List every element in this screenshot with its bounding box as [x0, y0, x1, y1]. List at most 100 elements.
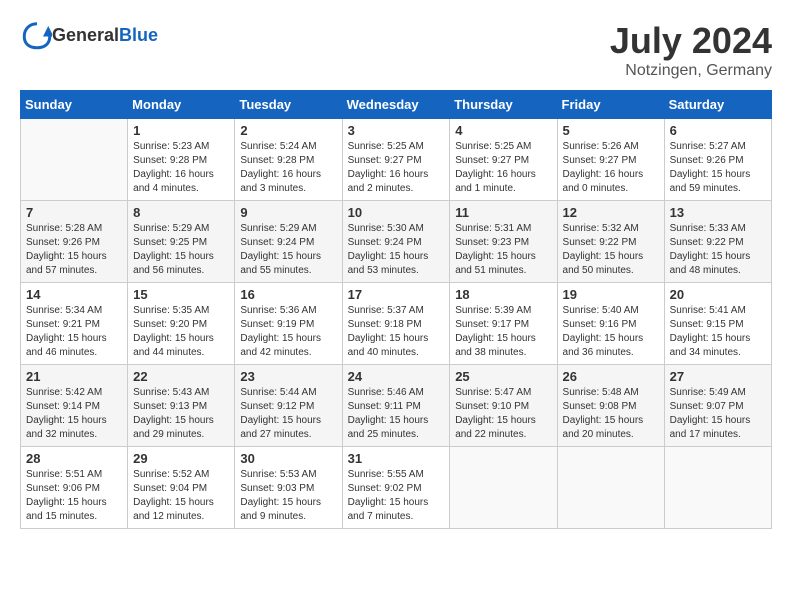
calendar-cell: 7 Sunrise: 5:28 AMSunset: 9:26 PMDaylight…: [21, 201, 128, 283]
day-number: 5: [563, 123, 659, 138]
calendar-cell: 31Sunrise: 5:55 AMSunset: 9:02 PMDayligh…: [342, 447, 450, 529]
day-info: Sunrise: 5:32 AMSunset: 9:22 PMDaylight:…: [563, 222, 659, 278]
calendar-cell: 25Sunrise: 5:47 AMSunset: 9:10 PMDayligh…: [450, 365, 557, 447]
calendar-cell: 1 Sunrise: 5:23 AMSunset: 9:28 PMDaylight…: [128, 119, 235, 201]
calendar-cell: 22 Sunrise: 5:43 AMSunset: 9:13 PMDayligh…: [128, 365, 235, 447]
calendar-week-row: 28Sunrise: 5:51 AMSunset: 9:06 PMDayligh…: [21, 447, 772, 529]
day-number: 14: [26, 287, 122, 302]
calendar-cell: 26 Sunrise: 5:48 AMSunset: 9:08 PMDayligh…: [557, 365, 664, 447]
day-info: Sunrise: 5:25 AMSunset: 9:27 PMDaylight:…: [455, 140, 551, 196]
day-info: Sunrise: 5:24 AMSunset: 9:28 PMDaylight:…: [240, 140, 336, 196]
calendar-cell: 27 Sunrise: 5:49 AMSunset: 9:07 PMDayligh…: [664, 365, 771, 447]
calendar-cell: 17Sunrise: 5:37 AMSunset: 9:18 PMDayligh…: [342, 283, 450, 365]
day-info: Sunrise: 5:40 AMSunset: 9:16 PMDaylight:…: [563, 304, 659, 360]
day-info: Sunrise: 5:52 AMSunset: 9:04 PMDaylight:…: [133, 468, 229, 524]
title-block: July 2024 Notzingen, Germany: [610, 20, 772, 80]
day-number: 12: [563, 205, 659, 220]
day-info: Sunrise: 5:37 AMSunset: 9:18 PMDaylight:…: [348, 304, 445, 360]
calendar-cell: 19 Sunrise: 5:40 AMSunset: 9:16 PMDayligh…: [557, 283, 664, 365]
calendar-body: 1 Sunrise: 5:23 AMSunset: 9:28 PMDaylight…: [21, 119, 772, 529]
weekday-header-sunday: Sunday: [21, 91, 128, 119]
day-number: 3: [348, 123, 445, 138]
day-number: 6: [670, 123, 766, 138]
day-info: Sunrise: 5:27 AMSunset: 9:26 PMDaylight:…: [670, 140, 766, 196]
day-number: 21: [26, 369, 122, 384]
calendar-cell: 5 Sunrise: 5:26 AMSunset: 9:27 PMDaylight…: [557, 119, 664, 201]
day-info: Sunrise: 5:35 AMSunset: 9:20 PMDaylight:…: [133, 304, 229, 360]
calendar-cell: 15 Sunrise: 5:35 AMSunset: 9:20 PMDayligh…: [128, 283, 235, 365]
day-info: Sunrise: 5:36 AMSunset: 9:19 PMDaylight:…: [240, 304, 336, 360]
calendar-week-row: 1 Sunrise: 5:23 AMSunset: 9:28 PMDaylight…: [21, 119, 772, 201]
day-number: 4: [455, 123, 551, 138]
weekday-header-row: SundayMondayTuesdayWednesdayThursdayFrid…: [21, 91, 772, 119]
calendar-cell: 28Sunrise: 5:51 AMSunset: 9:06 PMDayligh…: [21, 447, 128, 529]
day-number: 19: [563, 287, 659, 302]
calendar-cell: 9Sunrise: 5:29 AMSunset: 9:24 PMDaylight…: [235, 201, 342, 283]
day-info: Sunrise: 5:25 AMSunset: 9:27 PMDaylight:…: [348, 140, 445, 196]
weekday-header-tuesday: Tuesday: [235, 91, 342, 119]
day-info: Sunrise: 5:55 AMSunset: 9:02 PMDaylight:…: [348, 468, 445, 524]
month-title: July 2024: [610, 20, 772, 62]
day-info: Sunrise: 5:44 AMSunset: 9:12 PMDaylight:…: [240, 386, 336, 442]
calendar-week-row: 21 Sunrise: 5:42 AMSunset: 9:14 PMDayligh…: [21, 365, 772, 447]
day-number: 28: [26, 451, 122, 466]
calendar-cell: 3 Sunrise: 5:25 AMSunset: 9:27 PMDaylight…: [342, 119, 450, 201]
logo-blue: Blue: [119, 25, 158, 45]
day-info: Sunrise: 5:29 AMSunset: 9:25 PMDaylight:…: [133, 222, 229, 278]
day-number: 22: [133, 369, 229, 384]
day-number: 29: [133, 451, 229, 466]
day-info: Sunrise: 5:29 AMSunset: 9:24 PMDaylight:…: [240, 222, 336, 278]
day-number: 13: [670, 205, 766, 220]
weekday-header-wednesday: Wednesday: [342, 91, 450, 119]
page-header: GeneralBlue July 2024 Notzingen, Germany: [20, 20, 772, 80]
day-number: 15: [133, 287, 229, 302]
logo-icon: [22, 20, 52, 50]
calendar-cell: [450, 447, 557, 529]
day-info: Sunrise: 5:43 AMSunset: 9:13 PMDaylight:…: [133, 386, 229, 442]
day-number: 7: [26, 205, 122, 220]
day-number: 30: [240, 451, 336, 466]
calendar-cell: 8 Sunrise: 5:29 AMSunset: 9:25 PMDaylight…: [128, 201, 235, 283]
day-number: 18: [455, 287, 551, 302]
day-number: 2: [240, 123, 336, 138]
day-info: Sunrise: 5:31 AMSunset: 9:23 PMDaylight:…: [455, 222, 551, 278]
location-title: Notzingen, Germany: [610, 62, 772, 80]
day-info: Sunrise: 5:46 AMSunset: 9:11 PMDaylight:…: [348, 386, 445, 442]
day-info: Sunrise: 5:28 AMSunset: 9:26 PMDaylight:…: [26, 222, 122, 278]
day-info: Sunrise: 5:41 AMSunset: 9:15 PMDaylight:…: [670, 304, 766, 360]
calendar-cell: 10 Sunrise: 5:30 AMSunset: 9:24 PMDayligh…: [342, 201, 450, 283]
day-info: Sunrise: 5:42 AMSunset: 9:14 PMDaylight:…: [26, 386, 122, 442]
day-number: 27: [670, 369, 766, 384]
day-info: Sunrise: 5:48 AMSunset: 9:08 PMDaylight:…: [563, 386, 659, 442]
day-number: 1: [133, 123, 229, 138]
day-number: 24: [348, 369, 445, 384]
day-info: Sunrise: 5:34 AMSunset: 9:21 PMDaylight:…: [26, 304, 122, 360]
day-number: 8: [133, 205, 229, 220]
logo-general: General: [52, 25, 119, 45]
calendar-cell: 11Sunrise: 5:31 AMSunset: 9:23 PMDayligh…: [450, 201, 557, 283]
day-info: Sunrise: 5:53 AMSunset: 9:03 PMDaylight:…: [240, 468, 336, 524]
calendar-cell: 20 Sunrise: 5:41 AMSunset: 9:15 PMDayligh…: [664, 283, 771, 365]
day-number: 25: [455, 369, 551, 384]
logo: GeneralBlue: [20, 20, 158, 50]
calendar-week-row: 7 Sunrise: 5:28 AMSunset: 9:26 PMDaylight…: [21, 201, 772, 283]
calendar-cell: 16Sunrise: 5:36 AMSunset: 9:19 PMDayligh…: [235, 283, 342, 365]
day-number: 20: [670, 287, 766, 302]
calendar-week-row: 14 Sunrise: 5:34 AMSunset: 9:21 PMDayligh…: [21, 283, 772, 365]
calendar-cell: 29 Sunrise: 5:52 AMSunset: 9:04 PMDayligh…: [128, 447, 235, 529]
day-info: Sunrise: 5:26 AMSunset: 9:27 PMDaylight:…: [563, 140, 659, 196]
weekday-header-saturday: Saturday: [664, 91, 771, 119]
calendar-cell: [664, 447, 771, 529]
weekday-header-thursday: Thursday: [450, 91, 557, 119]
calendar-cell: 12 Sunrise: 5:32 AMSunset: 9:22 PMDayligh…: [557, 201, 664, 283]
day-info: Sunrise: 5:49 AMSunset: 9:07 PMDaylight:…: [670, 386, 766, 442]
day-number: 10: [348, 205, 445, 220]
calendar-cell: 6 Sunrise: 5:27 AMSunset: 9:26 PMDaylight…: [664, 119, 771, 201]
calendar-cell: 2 Sunrise: 5:24 AMSunset: 9:28 PMDaylight…: [235, 119, 342, 201]
day-info: Sunrise: 5:23 AMSunset: 9:28 PMDaylight:…: [133, 140, 229, 196]
calendar-cell: 30 Sunrise: 5:53 AMSunset: 9:03 PMDayligh…: [235, 447, 342, 529]
calendar-cell: 18 Sunrise: 5:39 AMSunset: 9:17 PMDayligh…: [450, 283, 557, 365]
day-number: 26: [563, 369, 659, 384]
day-info: Sunrise: 5:39 AMSunset: 9:17 PMDaylight:…: [455, 304, 551, 360]
day-info: Sunrise: 5:30 AMSunset: 9:24 PMDaylight:…: [348, 222, 445, 278]
